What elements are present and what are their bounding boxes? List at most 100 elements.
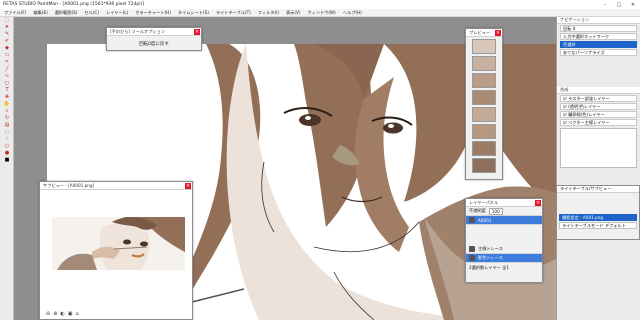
right-panel-column: ナビゲーション 回転 0 入力中選択ネットワーク 色選択 あてなパーソナライズ …	[556, 17, 640, 320]
eraser-tool-icon[interactable]: ▭	[1, 52, 13, 58]
hand-tool-icon[interactable]: ✋	[1, 101, 13, 107]
layer-row-a0001[interactable]: A0001	[466, 216, 542, 225]
menu-lighttable[interactable]: ライトテーブル(T)	[216, 10, 251, 16]
zoom-in-icon[interactable]: ⊕	[53, 311, 57, 318]
brush-tool-icon[interactable]: ✐	[1, 38, 13, 44]
minimize-button[interactable]: –	[598, 0, 612, 9]
contrast-icon[interactable]: ◐	[60, 311, 64, 318]
check-label: ラスター部塗レイヤー	[568, 95, 610, 101]
nav-item-2[interactable]: 色選択	[560, 41, 637, 48]
subview-title: サブビュー - [A0001.png]	[43, 182, 95, 188]
zoom-out-icon[interactable]: ⊖	[46, 311, 50, 318]
right-panel-spacer	[557, 57, 640, 87]
move-tool-icon[interactable]: ✥	[1, 94, 13, 100]
nav-item-1[interactable]: 入力中選択ネットワーク	[560, 33, 637, 40]
preview-thumb-2[interactable]	[472, 56, 496, 71]
preview-thumb-4[interactable]	[472, 90, 496, 105]
preview-thumb-1[interactable]	[472, 39, 496, 54]
pen-tool-icon[interactable]: ✎	[1, 31, 13, 37]
maximize-button[interactable]: □	[612, 0, 626, 9]
subview-close-icon[interactable]: ×	[185, 183, 191, 189]
lighttable-panel: ライトテーブル/サブビュー 撮影設定 - A001.png ライトテーブルモード…	[556, 185, 640, 240]
menu-window[interactable]: ウィンドウ(W)	[307, 10, 335, 16]
gradient-tool-icon[interactable]: ▤	[1, 122, 13, 128]
layer-grid[interactable]	[560, 128, 637, 168]
eyedropper-tool-icon[interactable]: ✑	[1, 59, 13, 65]
eye-icon[interactable]	[469, 246, 475, 252]
fill-tool-icon[interactable]: ◆	[1, 45, 13, 51]
layer-name: 主線トレース	[478, 246, 503, 251]
menu-file[interactable]: ファイル(F)	[4, 10, 26, 16]
burn-tool-icon[interactable]: ●	[1, 150, 13, 156]
close-button[interactable]: ✕	[626, 0, 640, 9]
lighttable-title: ライトテーブル/サブビュー	[560, 186, 612, 191]
smudge-tool-icon[interactable]: ☝	[1, 136, 13, 142]
layer-options-row: 不透明度 100	[466, 207, 542, 216]
layer-panel: レイヤーパネル × 不透明度 100 A0001 主線トレース 影色トレース 2…	[465, 198, 543, 283]
layer-options-title: 合成	[560, 87, 569, 92]
text-tool-icon[interactable]: T	[1, 87, 13, 93]
check-raster[interactable]: ☑ ラスター部塗レイヤー	[560, 95, 637, 102]
layer-footer: 2選択数レイヤー 全1	[466, 263, 542, 272]
lasso-tool-icon[interactable]: ➤	[1, 24, 13, 30]
curve-tool-icon[interactable]: ∿	[1, 73, 13, 79]
preview-close-icon[interactable]: ×	[495, 30, 501, 36]
rotation-label: 回転	[563, 25, 572, 31]
tool-option-close-icon[interactable]: ×	[194, 29, 200, 35]
menu-select[interactable]: 選択範囲(S)	[55, 10, 78, 16]
check-outline[interactable]: ☑ 輪郭線(色)レイヤー	[560, 111, 637, 118]
blur-tool-icon[interactable]: ◌	[1, 129, 13, 135]
nav-item-3[interactable]: あてなパーソナライズ	[560, 49, 637, 56]
dodge-tool-icon[interactable]: ○	[1, 143, 13, 149]
window-controls: – □ ✕	[598, 0, 640, 9]
menu-edit[interactable]: 編集(E)	[33, 10, 47, 16]
preview-thumb-8[interactable]	[472, 158, 496, 173]
nav-item-label: あてなパーソナライズ	[563, 49, 605, 55]
color-swatch-icon[interactable]: ■	[1, 157, 13, 163]
layer-options-header: 合成	[557, 87, 640, 94]
lighttable-header: ライトテーブル/サブビュー	[557, 186, 639, 193]
layer-row-shadow-line[interactable]: 影色トレース	[466, 254, 542, 263]
layer-panel-title: レイヤーパネル	[469, 199, 499, 205]
preview-thumb-6[interactable]	[472, 124, 496, 139]
zoom-tool-icon[interactable]: ⌕	[1, 108, 13, 114]
rotate-tool-icon[interactable]: ↻	[1, 115, 13, 121]
home-icon[interactable]: ⌂	[76, 311, 79, 318]
preview-thumb-5[interactable]	[472, 107, 496, 122]
check-vector[interactable]: ☑ ベクター主線レイヤー	[560, 119, 637, 126]
menu-filter[interactable]: フィルタ(I)	[258, 10, 279, 16]
lighttable-row-1[interactable]: 撮影設定 - A001.png	[559, 214, 637, 221]
lighttable-row-2[interactable]: ライトテーブルモード デフォルト	[559, 222, 637, 229]
eye-icon[interactable]	[469, 255, 475, 261]
navigation-title: ナビゲーション	[560, 17, 590, 22]
rotation-field[interactable]: 回転 0	[560, 25, 637, 32]
subview-header: サブビュー - [A0001.png] ×	[40, 182, 192, 190]
selection-tool-icon[interactable]: ⬚	[1, 17, 13, 23]
reset-rotation-button[interactable]: 回転0度に戻す	[107, 36, 201, 51]
layer-row-main-line[interactable]: 主線トレース	[466, 245, 542, 254]
check-label: 輪郭線(色)レイヤー	[568, 111, 605, 117]
menu-layer[interactable]: レイヤー(L)	[106, 10, 128, 16]
preview-thumb-3[interactable]	[472, 73, 496, 88]
menu-timesheet[interactable]: タイムシート(S)	[178, 10, 209, 16]
eye-icon[interactable]	[469, 217, 475, 223]
window-title: RETAS STUDIO PaintMan - [A0001.png (1561…	[3, 2, 144, 7]
layer-panel-close-icon[interactable]: ×	[535, 200, 541, 206]
shape-tool-icon[interactable]: ◻	[1, 80, 13, 86]
menu-help[interactable]: ヘルプ(H)	[343, 10, 362, 16]
check-transparent[interactable]: ☑ (透明)色レイヤー	[560, 103, 637, 110]
preview-thumb-7[interactable]	[472, 141, 496, 156]
menu-colorchart[interactable]: カラーチャート(H)	[135, 10, 171, 16]
fit-icon[interactable]: ▣	[68, 311, 73, 318]
line-tool-icon[interactable]: ╱	[1, 66, 13, 72]
subview-image	[52, 217, 185, 270]
check-label: (透明)色レイヤー	[568, 103, 601, 109]
tool-option-header: [手のひら] ツールオプション ×	[107, 28, 201, 36]
subview-illustration	[52, 217, 185, 270]
subview-panel: サブビュー - [A0001.png] × ⊖ ⊕ ◐ ▣ ⌂	[39, 181, 193, 320]
tool-palette: ⬚ ➤ ✎ ✐ ◆ ▭ ✑ ╱ ∿ ◻ T ✥ ✋ ⌕ ↻ ▤ ◌ ☝ ○ ● …	[0, 17, 14, 320]
opacity-value[interactable]: 100	[488, 207, 503, 215]
menu-cel[interactable]: セル(C)	[84, 10, 99, 16]
menu-view[interactable]: 表示(V)	[286, 10, 301, 16]
lighttable-row-label: ライトテーブルモード デフォルト	[562, 222, 626, 228]
